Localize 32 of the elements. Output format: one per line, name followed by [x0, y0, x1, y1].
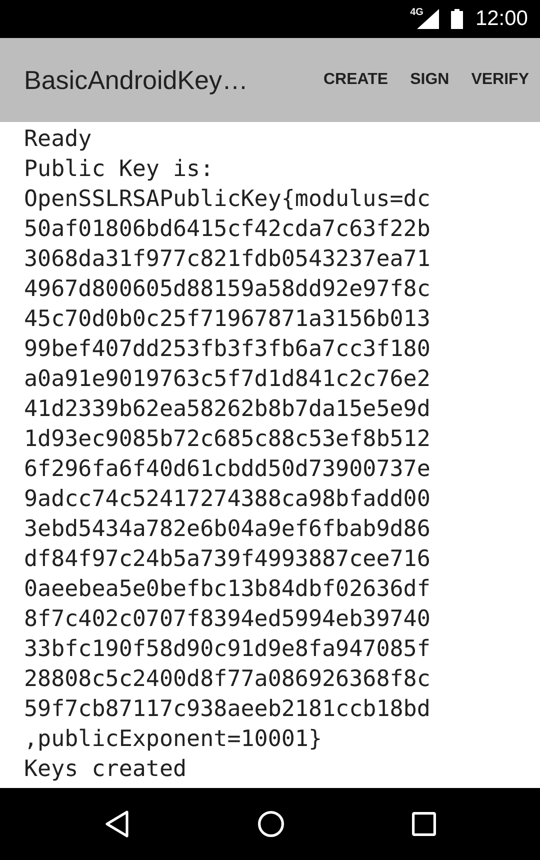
- action-button[interactable]: CREATE: [312, 61, 400, 99]
- network-type: 4G: [410, 7, 424, 18]
- log-line: 4967d800605d88159a58dd92e97f8c: [24, 275, 430, 304]
- log-line: Public Key is:: [24, 155, 214, 184]
- log-line: 33bfc190f58d90c91d9e8fa947085f: [24, 635, 430, 664]
- log-line: ,publicExponent=10001}: [24, 725, 322, 754]
- log-line: 99bef407dd253fb3f3fb6a7cc3f180: [24, 335, 430, 364]
- log-line: 50af01806bd6415cf42cda7c63f22b: [24, 215, 430, 244]
- log-line: 45c70d0b0c25f71967871a3156b013: [24, 305, 430, 334]
- battery-icon: [451, 9, 464, 29]
- recents-icon[interactable]: [412, 812, 436, 836]
- action-button[interactable]: SIGN: [399, 61, 460, 99]
- log-line: 9adcc74c52417274388ca98bfadd00: [24, 485, 430, 514]
- app-title: BasicAndroidKey…: [24, 64, 249, 96]
- home-icon[interactable]: [256, 810, 285, 838]
- log-line: 59f7cb87117c938aeeb2181ccb18bd: [24, 695, 430, 724]
- log-line: 8f7c402c0707f8394ed5994eb39740: [24, 605, 430, 634]
- log-line: 6f296fa6f40d61cbdd50d73900737e: [24, 455, 430, 484]
- log-line: OpenSSLRSAPublicKey{modulus=dc: [24, 185, 430, 214]
- log-line: 1d93ec9085b72c685c88c53ef8b512: [24, 425, 430, 454]
- log-line: df84f97c24b5a739f4993887cee716: [24, 545, 430, 574]
- log-line: a0a91e9019763c5f7d1d841c2c76e2: [24, 365, 430, 394]
- clock: 12:00: [475, 7, 528, 31]
- log-line: 0aeebea5e0befbc13b84dbf02636df: [24, 575, 430, 604]
- action-button[interactable]: VERIFY: [460, 61, 540, 99]
- log-line: 3068da31f977c821fdb0543237ea71: [24, 245, 430, 274]
- back-icon[interactable]: [104, 810, 130, 838]
- log-line: 28808c5c2400d8f77a086926368f8c: [24, 665, 430, 694]
- log-line: Ready: [24, 125, 92, 154]
- log-line: 41d2339b62ea58262b8b7da15e5e9d: [24, 395, 430, 424]
- log-line: Keys created: [24, 755, 187, 784]
- log-line: 3ebd5434a782e6b04a9ef6fbab9d86: [24, 515, 430, 544]
